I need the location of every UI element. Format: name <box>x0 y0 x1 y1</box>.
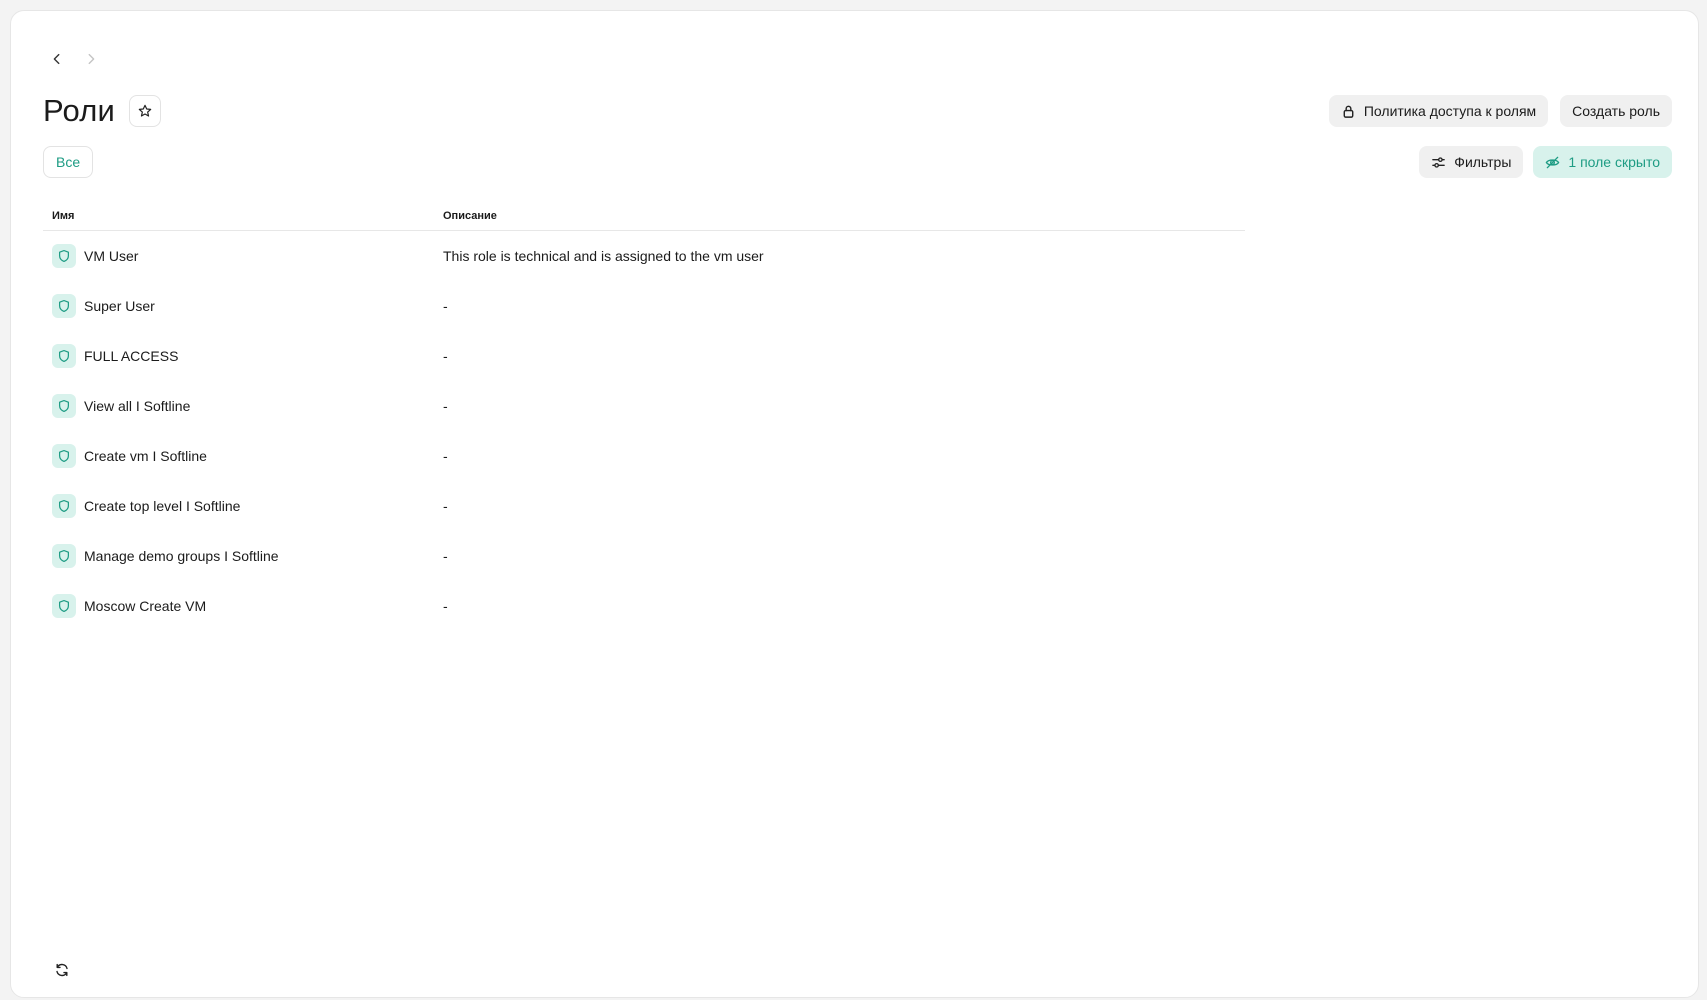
role-description: - <box>443 398 448 414</box>
column-header-name[interactable]: Имя <box>43 210 443 222</box>
table-row[interactable]: Super User - <box>43 281 1245 331</box>
shield-icon <box>59 599 69 613</box>
role-description: - <box>443 448 448 464</box>
role-name[interactable]: Moscow Create VM <box>84 598 206 614</box>
role-name-cell: Moscow Create VM <box>43 594 443 618</box>
table-row[interactable]: Moscow Create VM - <box>43 581 1245 631</box>
role-name-cell: Manage demo groups I Softline <box>43 544 443 568</box>
hidden-fields-button[interactable]: 1 поле скрыто <box>1533 146 1672 178</box>
main-panel: Роли Политика доступа к ролям Создать ро… <box>10 10 1699 998</box>
roles-table: Имя Описание VM User This role is technic… <box>43 201 1245 631</box>
refresh-button[interactable] <box>45 953 79 987</box>
table-row[interactable]: Manage demo groups I Softline - <box>43 531 1245 581</box>
role-description: - <box>443 598 448 614</box>
table-body: VM User This role is technical and is ass… <box>43 231 1245 631</box>
role-icon <box>52 494 76 518</box>
role-description: - <box>443 548 448 564</box>
role-description: This role is technical and is assigned t… <box>443 248 764 264</box>
role-name[interactable]: Create top level I Softline <box>84 498 240 514</box>
lock-icon <box>1343 105 1354 118</box>
eye-off-icon <box>1546 156 1560 168</box>
role-icon <box>52 544 76 568</box>
quick-filters: Все <box>43 146 94 178</box>
shield-icon <box>59 499 69 513</box>
refresh-icon <box>56 963 68 977</box>
role-icon <box>52 344 76 368</box>
back-button[interactable] <box>45 47 69 71</box>
star-icon <box>138 104 152 117</box>
shield-icon <box>59 249 69 263</box>
role-name-cell: View all I Softline <box>43 394 443 418</box>
header-actions: Политика доступа к ролям Создать роль <box>1328 95 1672 127</box>
role-description: - <box>443 498 448 514</box>
table-row[interactable]: FULL ACCESS - <box>43 331 1245 381</box>
chevron-left-icon <box>53 53 60 65</box>
role-name-cell: FULL ACCESS <box>43 344 443 368</box>
hidden-fields-label: 1 поле скрыто <box>1568 154 1660 170</box>
role-description: - <box>443 298 448 314</box>
table-header: Имя Описание <box>43 201 1245 231</box>
role-name[interactable]: Manage demo groups I Softline <box>84 548 279 564</box>
shield-icon <box>59 399 69 413</box>
role-icon <box>52 594 76 618</box>
role-description: - <box>443 348 448 364</box>
chevron-right-icon <box>88 53 95 65</box>
filters-label: Фильтры <box>1454 154 1512 170</box>
shield-icon <box>59 549 69 563</box>
table-row[interactable]: View all I Softline - <box>43 381 1245 431</box>
column-header-description[interactable]: Описание <box>443 210 1245 222</box>
role-name[interactable]: Create vm I Softline <box>84 448 207 464</box>
page-title: Роли <box>43 93 116 128</box>
access-policy-button[interactable]: Политика доступа к ролям <box>1328 95 1549 127</box>
shield-icon <box>59 349 69 363</box>
filter-chip-all[interactable]: Все <box>43 146 94 178</box>
role-name-cell: VM User <box>43 244 443 268</box>
filter-chip-all-label: Все <box>56 154 81 170</box>
role-icon <box>52 444 76 468</box>
title-row: Роли <box>43 93 162 129</box>
role-name[interactable]: View all I Softline <box>84 398 190 414</box>
sliders-icon <box>1432 156 1446 168</box>
role-name-cell: Create top level I Softline <box>43 494 443 518</box>
create-role-button[interactable]: Создать роль <box>1560 95 1672 127</box>
role-icon <box>52 294 76 318</box>
role-icon <box>52 244 76 268</box>
shield-icon <box>59 449 69 463</box>
create-role-label: Создать роль <box>1572 103 1660 119</box>
access-policy-label: Политика доступа к ролям <box>1363 103 1537 119</box>
table-row[interactable]: Create vm I Softline - <box>43 431 1245 481</box>
role-name[interactable]: VM User <box>84 248 138 264</box>
role-name[interactable]: FULL ACCESS <box>84 348 178 364</box>
role-name[interactable]: Super User <box>84 298 155 314</box>
role-name-cell: Super User <box>43 294 443 318</box>
role-name-cell: Create vm I Softline <box>43 444 443 468</box>
role-icon <box>52 394 76 418</box>
filters-button[interactable]: Фильтры <box>1419 146 1524 178</box>
favorite-button[interactable] <box>129 95 162 127</box>
table-row[interactable]: VM User This role is technical and is ass… <box>43 231 1245 281</box>
shield-icon <box>59 299 69 313</box>
forward-button[interactable] <box>79 47 103 71</box>
table-controls: Фильтры 1 поле скрыто <box>1419 146 1672 178</box>
history-nav <box>45 47 103 71</box>
table-row[interactable]: Create top level I Softline - <box>43 481 1245 531</box>
